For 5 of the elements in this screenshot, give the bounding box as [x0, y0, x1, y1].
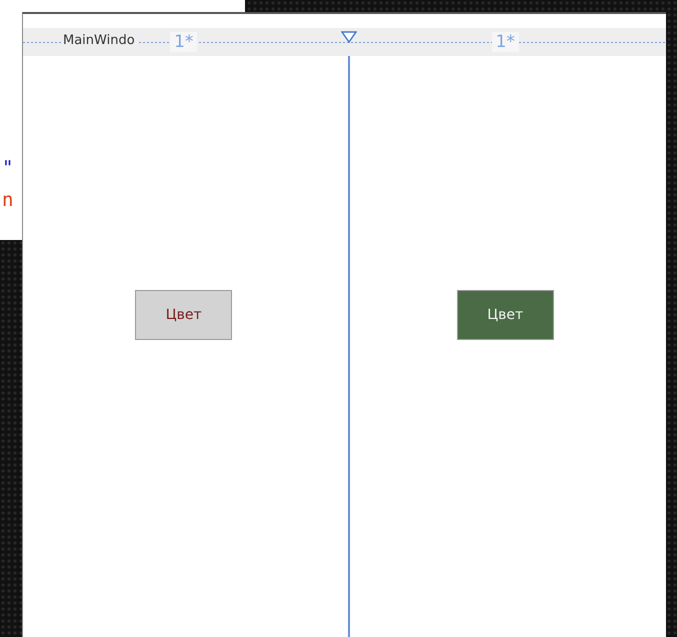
- color-button[interactable]: Цвет: [135, 290, 232, 340]
- color-button[interactable]: Цвет: [456, 290, 554, 340]
- code-text: ": [2, 156, 14, 180]
- splitter-handle-icon[interactable]: [341, 31, 357, 43]
- code-text: n: [2, 188, 14, 212]
